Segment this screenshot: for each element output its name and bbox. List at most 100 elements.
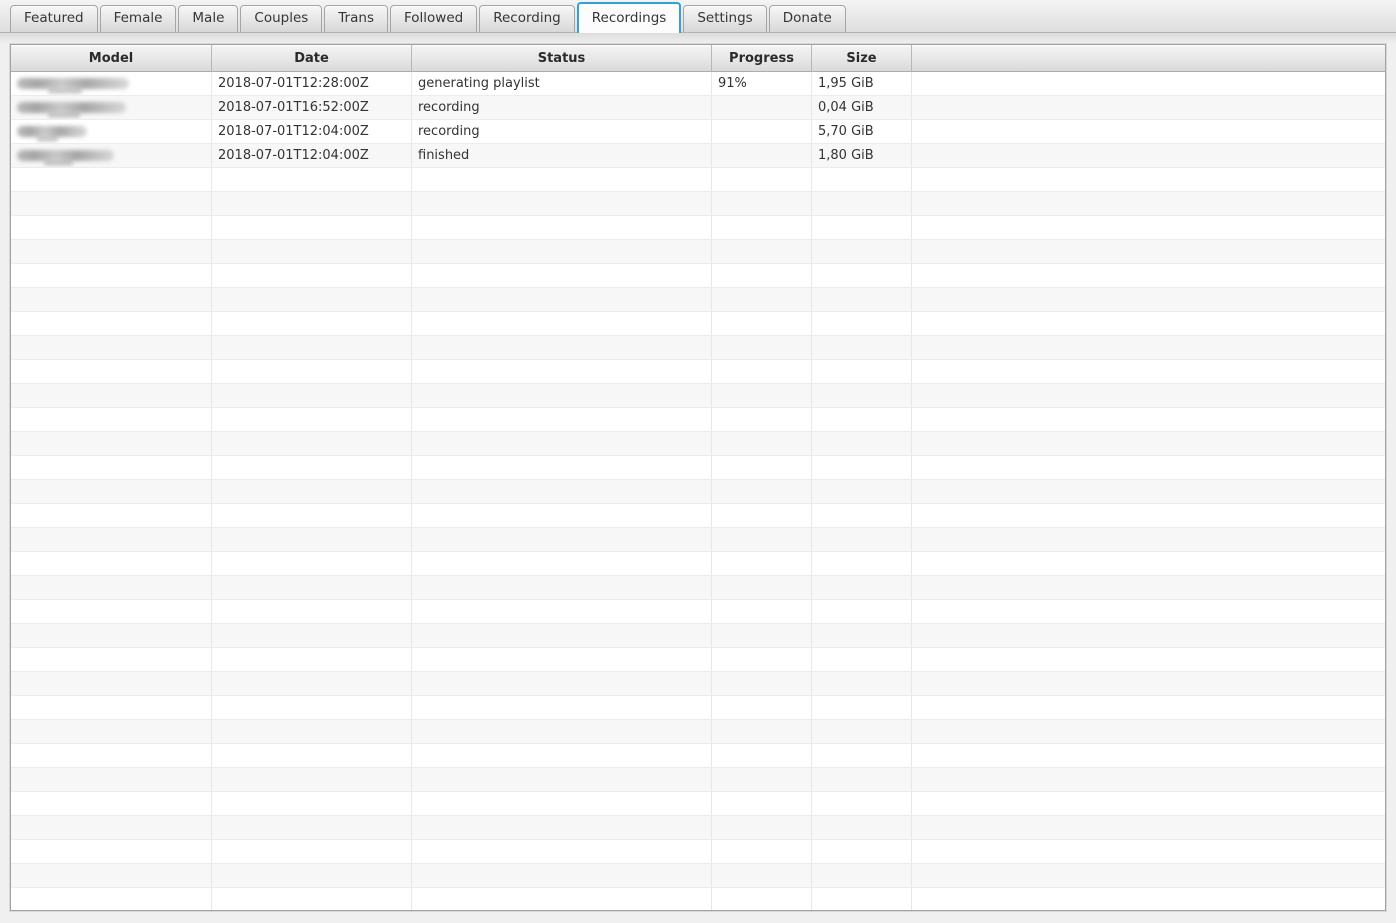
tab-trans[interactable]: Trans [324, 5, 388, 32]
cell-date [212, 312, 412, 335]
cell-status [412, 768, 712, 791]
table-row-empty[interactable] [11, 528, 1385, 552]
table-row-empty[interactable] [11, 696, 1385, 720]
cell-status [412, 504, 712, 527]
cell-progress [712, 624, 812, 647]
redacted-model-name [17, 150, 114, 165]
tab-couples[interactable]: Couples [240, 5, 323, 32]
table-row-empty[interactable] [11, 360, 1385, 384]
cell-size [812, 624, 912, 647]
tab-female[interactable]: Female [99, 5, 177, 32]
cell-size [812, 408, 912, 431]
cell-filler [912, 720, 1385, 743]
table-row-empty[interactable] [11, 864, 1385, 888]
column-header-model[interactable]: Model [11, 45, 212, 71]
table-row-empty[interactable] [11, 168, 1385, 192]
cell-progress [712, 648, 812, 671]
cell-filler [912, 216, 1385, 239]
cell-filler [912, 72, 1385, 95]
table-row-empty[interactable] [11, 624, 1385, 648]
table-row-empty[interactable] [11, 648, 1385, 672]
cell-model [11, 336, 212, 359]
cell-date [212, 864, 412, 887]
column-header-progress[interactable]: Progress [712, 45, 812, 71]
cell-model [11, 480, 212, 503]
cell-size [812, 432, 912, 455]
cell-filler [912, 816, 1385, 839]
cell-progress [712, 240, 812, 263]
cell-size [812, 888, 912, 910]
table-row-empty[interactable] [11, 672, 1385, 696]
tab-male[interactable]: Male [178, 5, 239, 32]
table-row-empty[interactable] [11, 192, 1385, 216]
table-row-empty[interactable] [11, 336, 1385, 360]
tab-featured[interactable]: Featured [10, 5, 98, 32]
table-row-empty[interactable] [11, 552, 1385, 576]
table-row[interactable]: 2018-07-01T12:28:00Z generating playlist 9… [11, 72, 1385, 96]
cell-size [812, 576, 912, 599]
cell-progress [712, 552, 812, 575]
cell-size [812, 336, 912, 359]
cell-size [812, 552, 912, 575]
cell-model [11, 648, 212, 671]
table-row-empty[interactable] [11, 816, 1385, 840]
table-row[interactable]: 2018-07-01T12:04:00Z finished 1,80 GiB [11, 144, 1385, 168]
table-row[interactable]: 2018-07-01T12:04:00Z recording 5,70 GiB [11, 120, 1385, 144]
cell-status [412, 456, 712, 479]
table-row-empty[interactable] [11, 264, 1385, 288]
cell-size: 1,95 GiB [812, 72, 912, 95]
table-row-empty[interactable] [11, 312, 1385, 336]
table-row[interactable]: 2018-07-01T16:52:00Z recording 0,04 GiB [11, 96, 1385, 120]
cell-size [812, 384, 912, 407]
cell-progress [712, 576, 812, 599]
cell-filler [912, 192, 1385, 215]
tab-recordings[interactable]: Recordings [576, 2, 682, 33]
cell-filler [912, 240, 1385, 263]
cell-date [212, 672, 412, 695]
cell-model [11, 456, 212, 479]
tab-followed[interactable]: Followed [389, 5, 478, 32]
cell-filler [912, 624, 1385, 647]
tab-recording[interactable]: Recording [479, 5, 575, 32]
table-row-empty[interactable] [11, 432, 1385, 456]
table-row-empty[interactable] [11, 744, 1385, 768]
table-row-empty[interactable] [11, 840, 1385, 864]
column-header-size[interactable]: Size [812, 45, 912, 71]
cell-status [412, 672, 712, 695]
table-row-empty[interactable] [11, 768, 1385, 792]
cell-filler [912, 672, 1385, 695]
cell-size [812, 360, 912, 383]
table-row-empty[interactable] [11, 576, 1385, 600]
table-row-empty[interactable] [11, 408, 1385, 432]
table-row-empty[interactable] [11, 792, 1385, 816]
cell-progress [712, 96, 812, 119]
table-row-empty[interactable] [11, 504, 1385, 528]
cell-filler [912, 360, 1385, 383]
table-row-empty[interactable] [11, 456, 1385, 480]
table-row-empty[interactable] [11, 384, 1385, 408]
table-row-empty[interactable] [11, 600, 1385, 624]
cell-date: 2018-07-01T12:28:00Z [212, 72, 412, 95]
cell-filler [912, 384, 1385, 407]
cell-status [412, 384, 712, 407]
tab-donate[interactable]: Donate [768, 5, 846, 32]
cell-size [812, 648, 912, 671]
cell-size [812, 264, 912, 287]
table-row-empty[interactable] [11, 720, 1385, 744]
column-header-date[interactable]: Date [212, 45, 412, 71]
table-row-empty[interactable] [11, 480, 1385, 504]
cell-date [212, 408, 412, 431]
table-row-empty[interactable] [11, 888, 1385, 910]
cell-filler [912, 168, 1385, 191]
table-row-empty[interactable] [11, 288, 1385, 312]
cell-model [11, 528, 212, 551]
cell-status [412, 816, 712, 839]
cell-model [11, 384, 212, 407]
cell-size [812, 672, 912, 695]
column-header-status[interactable]: Status [412, 45, 712, 71]
cell-progress [712, 384, 812, 407]
cell-size [812, 696, 912, 719]
table-row-empty[interactable] [11, 240, 1385, 264]
table-row-empty[interactable] [11, 216, 1385, 240]
tab-settings[interactable]: Settings [683, 5, 767, 32]
